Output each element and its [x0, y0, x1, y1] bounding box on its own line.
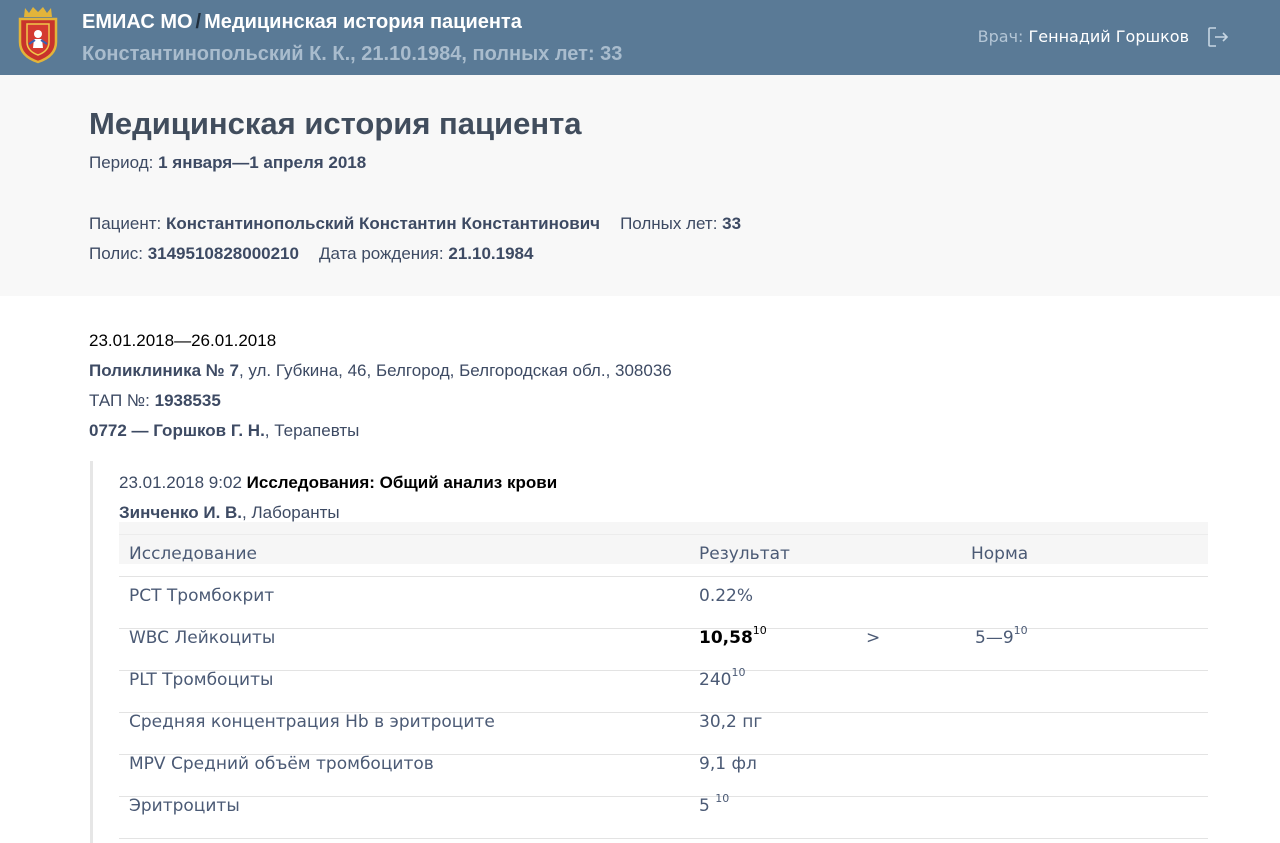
doctor-info: Врач: Геннадий Горшков: [978, 27, 1189, 46]
result-value: 9,1 фл: [699, 754, 757, 774]
norm-exponent: 10: [1013, 624, 1028, 638]
result-exponent: 10: [731, 666, 746, 680]
row-divider: [119, 628, 1208, 629]
clinic-line: Поликлиника № 7, ул. Губкина, 46, Белгор…: [89, 361, 672, 381]
section-title: Медицинская история пациента: [204, 11, 522, 33]
visit-doctor-specialty: , Терапевты: [264, 421, 360, 440]
page-title: Медицинская история пациента: [89, 106, 582, 141]
result-value: 0.22%: [699, 586, 754, 606]
result-value: 24010: [699, 666, 746, 690]
policy-value: 3149510828000210: [147, 244, 299, 263]
table-header-band: [119, 522, 1208, 564]
staff-name: Зинченко И. В.: [119, 503, 243, 522]
visit-dates: 23.01.2018—26.01.2018: [89, 331, 277, 350]
app-title: ЕМИАС МО / Медицинская история пациента: [82, 11, 522, 34]
row-divider: [119, 796, 1208, 797]
entry-header: 23.01.2018 9:02 Исследования: Общий анал…: [119, 473, 557, 493]
dob-value: 21.10.1984: [448, 244, 534, 263]
column-header-result: Результат: [699, 544, 790, 564]
tap-label: ТАП №:: [89, 391, 150, 410]
doctor-name[interactable]: Геннадий Горшков: [1029, 27, 1190, 46]
result-name: WBC Лейкоциты: [129, 628, 276, 648]
result-flag: >: [866, 628, 881, 648]
result-exponent: 10: [752, 624, 767, 638]
age-label: Полных лет:: [620, 214, 718, 233]
entry-timeline-line: [90, 461, 93, 843]
result-name: Средняя концентрация Hb в эритроците: [129, 712, 495, 732]
app-name-link[interactable]: ЕМИАС МО: [82, 11, 193, 33]
result-name: Эритроциты: [129, 796, 240, 816]
policy-label: Полис:: [89, 244, 143, 263]
entry-title: Исследования: Общий анализ крови: [246, 473, 558, 492]
tap-value: 1938535: [154, 391, 221, 410]
moscow-region-coat-of-arms-icon: [18, 7, 58, 64]
policy-line: Полис: 3149510828000210 Дата рождения: 21…: [89, 244, 533, 264]
column-header-study: Исследование: [129, 544, 257, 564]
patient-label: Пациент:: [89, 214, 162, 233]
entry-datetime: 23.01.2018 9:02: [119, 473, 242, 492]
breadcrumb-separator: /: [195, 11, 202, 33]
result-norm: 5—910: [975, 624, 1028, 648]
staff-role: , Лаборанты: [242, 503, 340, 522]
table-top-border: [119, 534, 1208, 535]
result-value: 10,5810: [699, 624, 767, 648]
row-divider: [119, 838, 1208, 839]
row-divider: [119, 670, 1208, 671]
result-exponent: 10: [715, 792, 730, 806]
dob-label: Дата рождения:: [318, 244, 444, 263]
period-line: Период: 1 января—1 апреля 2018: [89, 153, 366, 173]
clinic-address: , ул. Губкина, 46, Белгород, Белгородска…: [238, 361, 672, 380]
result-name: PLT Тромбоциты: [129, 670, 274, 690]
patient-line: Пациент: Константинопольский Константин …: [89, 214, 741, 234]
top-bar: ЕМИАС МО / Медицинская история пациента Ко…: [0, 0, 1280, 75]
visit-doctor-code: 0772 — Горшков Г. Н.: [89, 421, 265, 440]
column-header-norm: Норма: [971, 544, 1029, 564]
patient-name: Константинопольский Константин Константи…: [166, 214, 601, 233]
logout-icon[interactable]: [1207, 26, 1229, 48]
age-value: 33: [722, 214, 742, 233]
result-name: MPV Средний объём тромбоцитов: [129, 754, 434, 774]
period-label: Период:: [89, 153, 154, 172]
result-value: 30,2 пг: [699, 712, 763, 732]
doctor-label: Врач:: [977, 27, 1024, 46]
tap-line: ТАП №: 1938535: [89, 391, 221, 411]
entry-staff: Зинченко И. В., Лаборанты: [119, 503, 340, 523]
visit-doctor-line: 0772 — Горшков Г. Н., Терапевты: [89, 421, 359, 441]
result-value: 5 10: [699, 792, 730, 816]
clinic-name: Поликлиника № 7: [89, 361, 239, 380]
result-name: PCT Тромбокрит: [129, 586, 275, 606]
row-divider: [119, 576, 1208, 577]
patient-summary: Константинопольский К. К., 21.10.1984, п…: [82, 43, 623, 65]
period-value: 1 января—1 апреля 2018: [158, 153, 367, 172]
